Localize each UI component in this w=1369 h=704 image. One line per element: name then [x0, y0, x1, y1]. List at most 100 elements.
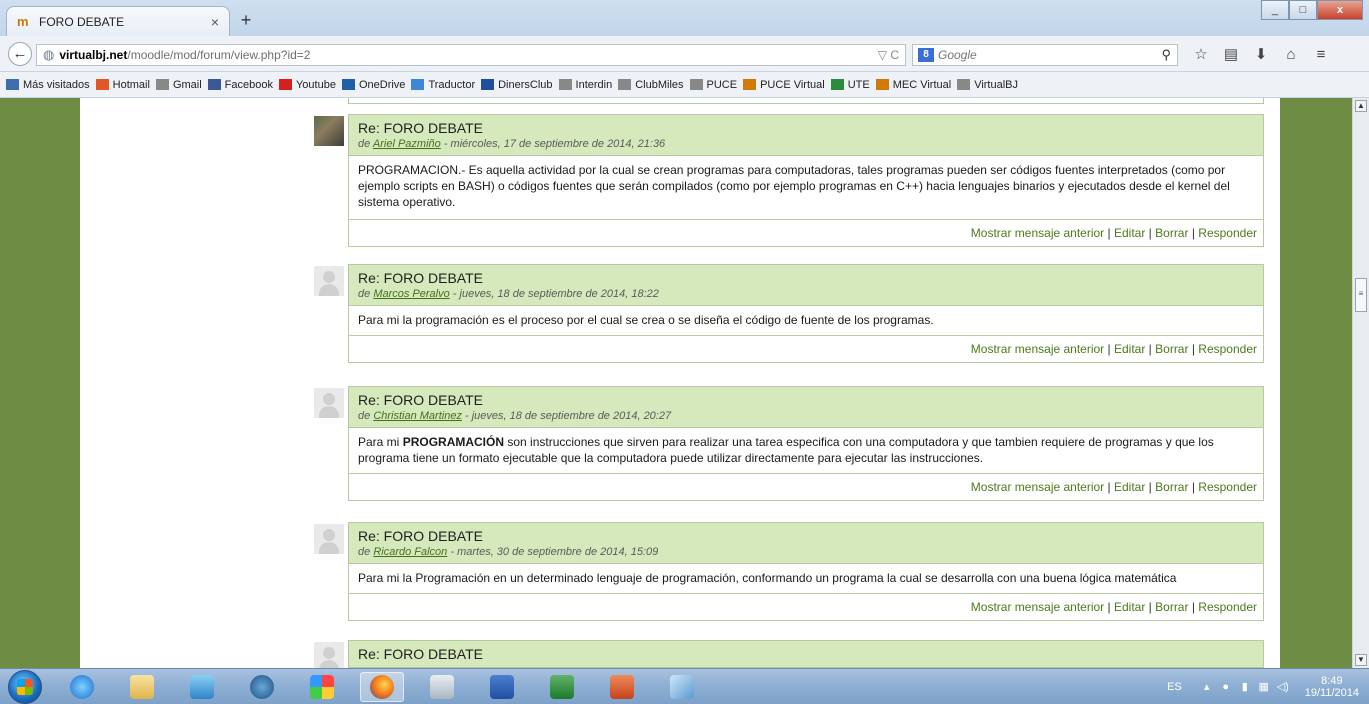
close-window-button[interactable]: x [1317, 0, 1363, 20]
bookmark-item[interactable]: MEC Virtual [875, 79, 951, 91]
avatar[interactable] [314, 116, 344, 146]
vertical-scrollbar[interactable]: ▲ ≡ ▼ [1352, 98, 1369, 668]
author-link[interactable]: Ricardo Falcon [373, 546, 447, 558]
reply-link[interactable]: Responder [1198, 342, 1257, 356]
delete-link[interactable]: Borrar [1155, 342, 1188, 356]
bookmark-item[interactable]: PUCE Virtual [743, 79, 825, 91]
media-app[interactable] [180, 672, 224, 702]
user-silhouette-icon [323, 647, 335, 659]
maximize-button[interactable]: □ [1289, 0, 1317, 20]
author-link[interactable]: Christian Martinez [373, 410, 462, 422]
edit-link[interactable]: Editar [1114, 342, 1145, 356]
bookmark-icon [6, 79, 19, 90]
paint-app[interactable] [300, 672, 344, 702]
author-link[interactable]: Marcos Peralvo [373, 288, 449, 300]
close-tab-icon[interactable]: × [211, 14, 219, 30]
volume-icon[interactable]: ◁) [1276, 680, 1290, 694]
bookmark-item[interactable]: Interdin [558, 79, 612, 91]
bookmark-item[interactable]: Gmail [155, 79, 202, 91]
reply-link[interactable]: Responder [1198, 600, 1257, 614]
delete-link[interactable]: Borrar [1155, 600, 1188, 614]
bookmark-item[interactable]: Facebook [207, 79, 273, 91]
minimize-button[interactable]: _ [1261, 0, 1289, 20]
notes-app[interactable] [660, 672, 704, 702]
bookmark-item[interactable]: UTE [830, 79, 870, 91]
scroll-down-arrow[interactable]: ▼ [1355, 654, 1367, 666]
search-icon[interactable]: ⚲ [1161, 47, 1171, 63]
reload-icon[interactable]: ▽ C [878, 48, 899, 62]
clock-time: 8:49 [1321, 675, 1343, 687]
search-input[interactable]: 8 Google ⚲ [912, 44, 1178, 66]
show-hidden-icons-icon[interactable]: ▴ [1200, 680, 1214, 694]
post-author-line: de Marcos Peralvo - jueves, 18 de septie… [358, 287, 1254, 301]
windows-logo-icon [17, 679, 33, 695]
facebook-icon [207, 79, 221, 90]
firefox-app[interactable] [360, 672, 404, 702]
avatar[interactable] [314, 524, 344, 554]
home-icon[interactable]: ⌂ [1276, 44, 1306, 66]
star-bookmark-icon[interactable]: ☆ [1186, 44, 1216, 66]
edit-link[interactable]: Editar [1114, 480, 1145, 494]
author-link[interactable]: Ariel Pazmiño [373, 138, 441, 150]
avatar[interactable] [314, 388, 344, 418]
bookmark-item[interactable]: OneDrive [341, 78, 406, 91]
translate-icon [411, 79, 425, 90]
avatar[interactable] [314, 642, 344, 668]
previous-post-bottom [348, 98, 1264, 104]
bookmark-item[interactable]: Más visitados [6, 79, 90, 91]
user-silhouette-body [319, 284, 339, 296]
bookmark-label: OneDrive [358, 78, 406, 91]
show-parent-link[interactable]: Mostrar mensaje anterior [971, 480, 1104, 494]
separator: | [1188, 342, 1199, 356]
security-icon[interactable]: ● [1219, 680, 1233, 694]
show-parent-link[interactable]: Mostrar mensaje anterior [971, 600, 1104, 614]
scroll-thumb[interactable]: ≡ [1355, 278, 1367, 312]
excel-app[interactable] [540, 672, 584, 702]
edit-link[interactable]: Editar [1114, 226, 1145, 240]
bookmark-item[interactable]: Traductor [411, 79, 475, 91]
back-button[interactable]: ← [8, 42, 32, 66]
download-icon[interactable]: ⬇ [1246, 44, 1276, 66]
show-parent-link[interactable]: Mostrar mensaje anterior [971, 226, 1104, 240]
post-box: Re: FORO DEBATE de Ariel Pazmiño - miérco… [348, 114, 1264, 247]
hp-icon [250, 675, 274, 699]
reply-link[interactable]: Responder [1198, 480, 1257, 494]
powerpoint-app[interactable] [600, 672, 644, 702]
bookmark-label: Hotmail [112, 78, 150, 91]
menu-icon[interactable]: ≡ [1306, 44, 1336, 66]
show-parent-link[interactable]: Mostrar mensaje anterior [971, 342, 1104, 356]
clock[interactable]: 8:49 19/11/2014 [1305, 675, 1359, 699]
calculator-app[interactable] [420, 672, 464, 702]
scroll-up-arrow[interactable]: ▲ [1355, 100, 1367, 112]
address-bar[interactable]: ◍ virtualbj.net/moodle/mod/forum/view.ph… [36, 44, 906, 66]
tab-foro-debate[interactable]: m FORO DEBATE × [6, 6, 230, 36]
bookmark-item[interactable]: Hotmail [95, 78, 150, 91]
user-silhouette-body [319, 660, 339, 668]
separator: | [1145, 226, 1156, 240]
new-tab-button[interactable]: + [234, 10, 258, 32]
start-button[interactable] [8, 670, 42, 704]
reply-link[interactable]: Responder [1198, 226, 1257, 240]
battery-icon[interactable]: ▮ [1238, 680, 1252, 694]
globe-icon [830, 79, 844, 90]
reading-list-icon[interactable]: ▤ [1216, 44, 1246, 66]
delete-link[interactable]: Borrar [1155, 480, 1188, 494]
post-commands: Mostrar mensaje anterior | Editar | Borr… [349, 336, 1263, 362]
bookmark-item[interactable]: PUCE [689, 79, 737, 91]
delete-link[interactable]: Borrar [1155, 226, 1188, 240]
post-header: Re: FORO DEBATE de Ricardo Falcon - marte… [349, 523, 1263, 564]
explorer-app[interactable] [120, 672, 164, 702]
bookmark-item[interactable]: Youtube [278, 79, 336, 91]
bookmark-item[interactable]: DinersClub [481, 79, 553, 91]
windows-taskbar: ES ▴ ● ▮ ▦ ◁) 8:49 19/11/2014 [0, 668, 1369, 704]
ie-app[interactable] [60, 672, 104, 702]
edit-link[interactable]: Editar [1114, 600, 1145, 614]
bookmark-item[interactable]: VirtualBJ [957, 79, 1018, 91]
moodle-icon [875, 79, 889, 90]
word-app[interactable] [480, 672, 524, 702]
network-icon[interactable]: ▦ [1257, 680, 1271, 694]
bookmark-item[interactable]: ClubMiles [618, 79, 684, 91]
avatar[interactable] [314, 266, 344, 296]
hp-app[interactable] [240, 672, 284, 702]
language-indicator[interactable]: ES [1167, 681, 1182, 693]
